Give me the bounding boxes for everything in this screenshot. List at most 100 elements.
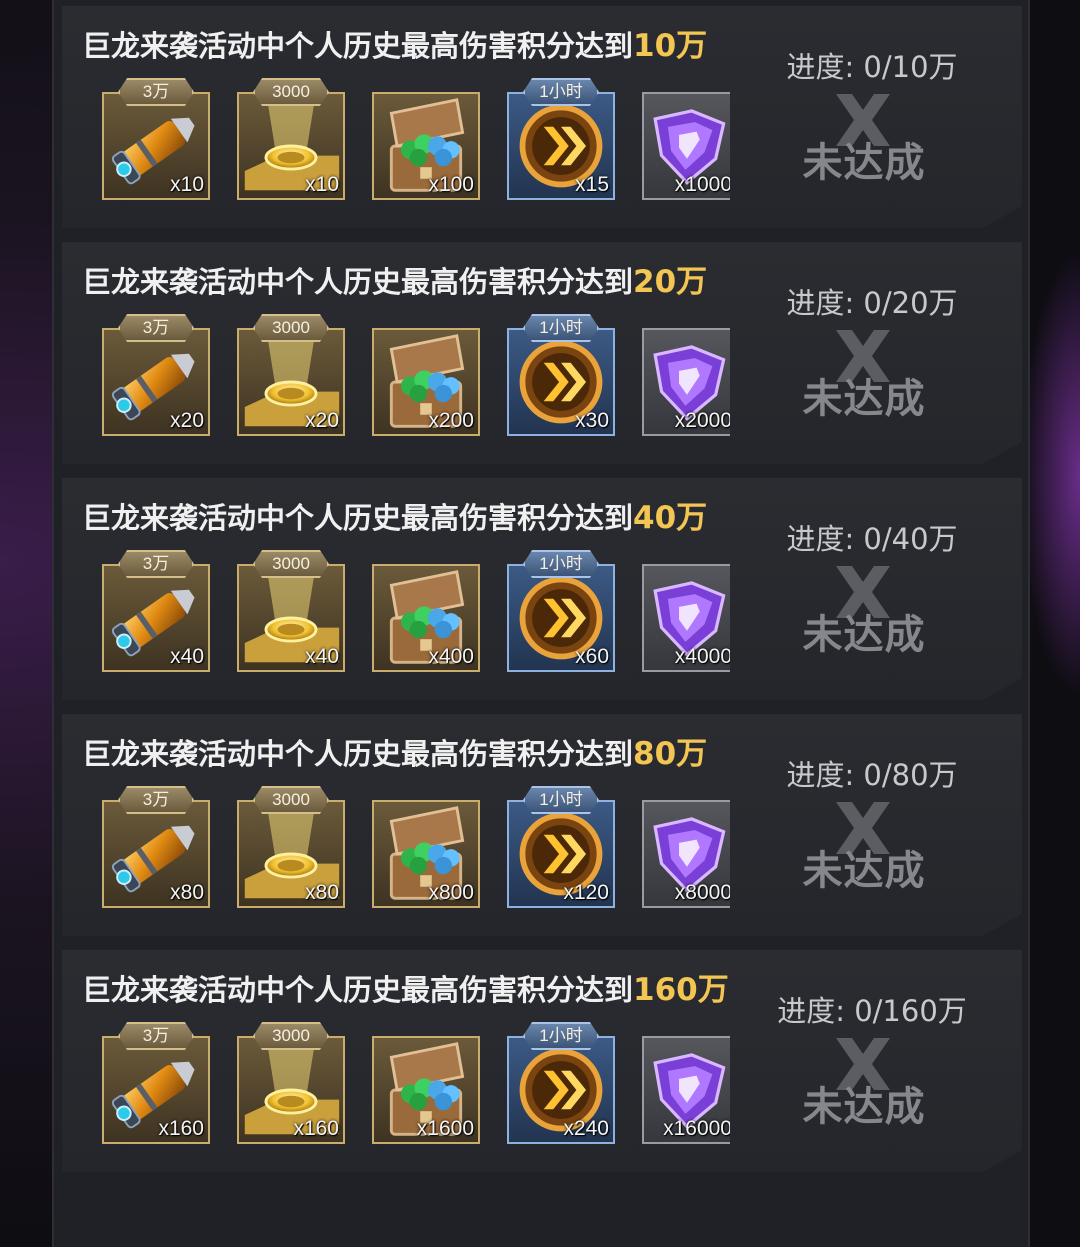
status-text: 未达成: [802, 376, 926, 422]
milestone-card-4: 巨龙来袭活动中个人历史最高伤害积分达到80万 x80 3万 x80 3000 x…: [62, 714, 1022, 936]
progress-text: 进度: 0/80万: [786, 758, 958, 792]
milestone-amount: 10万: [633, 28, 708, 64]
reward-tag: 3万: [118, 314, 194, 342]
reward-item-gem-chest[interactable]: x1600: [372, 1036, 480, 1144]
progress-text: 进度: 0/10万: [786, 50, 958, 84]
reward-count: x4000: [674, 645, 730, 668]
status-text: 未达成: [802, 1084, 926, 1130]
reward-count: x400: [428, 645, 474, 668]
reward-count: x100: [428, 173, 474, 196]
reward-item-gem-chest[interactable]: x200: [372, 328, 480, 436]
reward-count: x160: [293, 1117, 339, 1140]
reward-item-shell[interactable]: x40: [102, 564, 210, 672]
reward-count: x8000: [674, 881, 730, 904]
reward-count: x200: [428, 409, 474, 432]
status-not-achieved: 未达成: [784, 792, 944, 892]
milestone-title: 巨龙来袭活动中个人历史最高伤害积分达到160万: [82, 964, 729, 1009]
reward-tag: 3万: [118, 78, 194, 106]
reward-item-gold-plate[interactable]: x40: [237, 564, 345, 672]
reward-item-shell[interactable]: x80: [102, 800, 210, 908]
reward-item-purple-crystal[interactable]: x1000: [642, 92, 730, 200]
reward-count: x1600: [416, 1117, 474, 1140]
status-not-achieved: 未达成: [784, 556, 944, 656]
milestone-card-5: 巨龙来袭活动中个人历史最高伤害积分达到160万 x160 3万 x160 3000: [62, 950, 1022, 1172]
reward-list-panel: 巨龙来袭活动中个人历史最高伤害积分达到10万 x10 3万 x10 3000 x…: [52, 0, 1030, 1247]
reward-tag: 3万: [118, 550, 194, 578]
reward-item-gold-plate[interactable]: x160: [237, 1036, 345, 1144]
reward-count: x40: [170, 645, 204, 668]
reward-count: x80: [170, 881, 204, 904]
reward-count: x20: [305, 409, 339, 432]
reward-item-gold-plate[interactable]: x20: [237, 328, 345, 436]
reward-count: x10: [170, 173, 204, 196]
reward-count: x120: [563, 881, 609, 904]
reward-item-speedup[interactable]: x240: [507, 1036, 615, 1144]
reward-tag: 3万: [118, 1022, 194, 1050]
milestone-title: 巨龙来袭活动中个人历史最高伤害积分达到20万: [82, 256, 707, 301]
reward-count: x1000: [674, 173, 730, 196]
milestone-amount: 160万: [633, 972, 729, 1008]
reward-item-gold-plate[interactable]: x80: [237, 800, 345, 908]
reward-item-speedup[interactable]: x120: [507, 800, 615, 908]
milestone-title-text: 巨龙来袭活动中个人历史最高伤害积分达到: [82, 973, 634, 1007]
reward-tag: 3000: [253, 314, 329, 342]
reward-tag: 1小时: [523, 550, 599, 578]
milestone-title: 巨龙来袭活动中个人历史最高伤害积分达到80万: [82, 728, 707, 773]
milestone-title-text: 巨龙来袭活动中个人历史最高伤害积分达到: [82, 501, 634, 535]
progress-text: 进度: 0/160万: [777, 994, 967, 1028]
milestone-amount: 80万: [633, 736, 708, 772]
reward-count: x40: [305, 645, 339, 668]
reward-count: x800: [428, 881, 474, 904]
reward-item-shell[interactable]: x10: [102, 92, 210, 200]
reward-tag: 3000: [253, 1022, 329, 1050]
reward-item-speedup[interactable]: x15: [507, 92, 615, 200]
milestone-title-text: 巨龙来袭活动中个人历史最高伤害积分达到: [82, 29, 634, 63]
reward-tag: 1小时: [523, 314, 599, 342]
reward-item-gem-chest[interactable]: x400: [372, 564, 480, 672]
status-text: 未达成: [802, 612, 926, 658]
reward-item-purple-crystal[interactable]: x16000: [642, 1036, 730, 1144]
milestone-card-1: 巨龙来袭活动中个人历史最高伤害积分达到10万 x10 3万 x10 3000 x…: [62, 6, 1022, 228]
reward-count: x16000: [663, 1117, 730, 1140]
reward-count: x60: [575, 645, 609, 668]
reward-count: x80: [305, 881, 339, 904]
reward-count: x240: [563, 1117, 609, 1140]
reward-tag: 3000: [253, 78, 329, 106]
reward-item-gem-chest[interactable]: x100: [372, 92, 480, 200]
reward-item-gold-plate[interactable]: x10: [237, 92, 345, 200]
reward-tag: 3万: [118, 786, 194, 814]
status-text: 未达成: [802, 848, 926, 894]
reward-item-purple-crystal[interactable]: x8000: [642, 800, 730, 908]
reward-tag: 3000: [253, 550, 329, 578]
reward-item-speedup[interactable]: x30: [507, 328, 615, 436]
milestone-title: 巨龙来袭活动中个人历史最高伤害积分达到40万: [82, 492, 707, 537]
status-not-achieved: 未达成: [784, 320, 944, 420]
reward-count: x20: [170, 409, 204, 432]
reward-item-speedup[interactable]: x60: [507, 564, 615, 672]
reward-tag: 1小时: [523, 786, 599, 814]
milestone-title-text: 巨龙来袭活动中个人历史最高伤害积分达到: [82, 265, 634, 299]
milestone-amount: 20万: [633, 264, 708, 300]
reward-count: x10: [305, 173, 339, 196]
reward-item-purple-crystal[interactable]: x2000: [642, 328, 730, 436]
progress-text: 进度: 0/20万: [786, 286, 958, 320]
reward-count: x2000: [674, 409, 730, 432]
milestone-amount: 40万: [633, 500, 708, 536]
status-text: 未达成: [802, 140, 926, 186]
status-not-achieved: 未达成: [784, 1028, 944, 1128]
progress-text: 进度: 0/40万: [786, 522, 958, 556]
reward-count: x30: [575, 409, 609, 432]
status-not-achieved: 未达成: [784, 84, 944, 184]
reward-item-purple-crystal[interactable]: x4000: [642, 564, 730, 672]
reward-tag: 1小时: [523, 1022, 599, 1050]
milestone-title: 巨龙来袭活动中个人历史最高伤害积分达到10万: [82, 20, 707, 65]
reward-count: x160: [158, 1117, 204, 1140]
reward-item-shell[interactable]: x20: [102, 328, 210, 436]
milestone-title-text: 巨龙来袭活动中个人历史最高伤害积分达到: [82, 737, 634, 771]
reward-item-gem-chest[interactable]: x800: [372, 800, 480, 908]
reward-tag: 3000: [253, 786, 329, 814]
reward-tag: 1小时: [523, 78, 599, 106]
reward-item-shell[interactable]: x160: [102, 1036, 210, 1144]
milestone-card-3: 巨龙来袭活动中个人历史最高伤害积分达到40万 x40 3万 x40 3000 x…: [62, 478, 1022, 700]
milestone-card-2: 巨龙来袭活动中个人历史最高伤害积分达到20万 x20 3万 x20 3000 x…: [62, 242, 1022, 464]
